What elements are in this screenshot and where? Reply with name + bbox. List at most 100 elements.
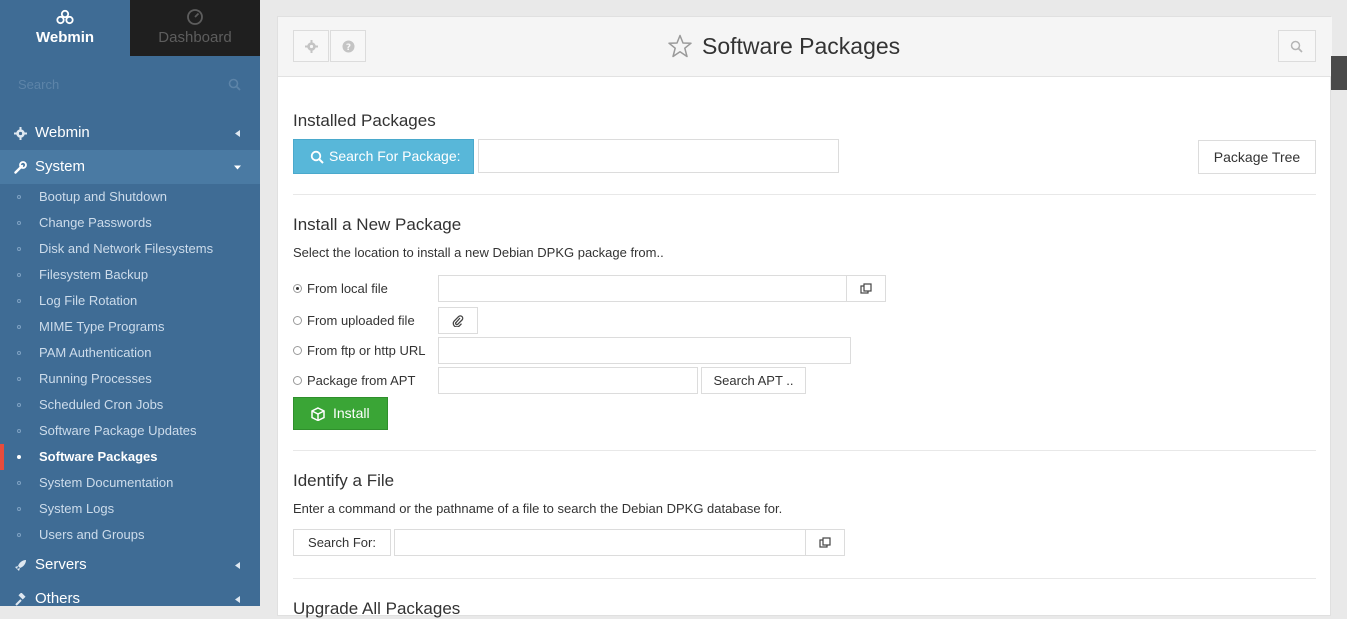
svg-text:?: ? [346,43,351,53]
section-title-identify: Identify a File [293,471,395,490]
sidebar-item-label: Log File Rotation [39,293,138,308]
install-button[interactable]: Install [293,397,388,430]
radio-button[interactable] [293,284,302,294]
file-chooser-button[interactable] [846,275,886,302]
search-button[interactable] [1278,30,1316,62]
sidebar-item-software-packages[interactable]: Software Packages [0,444,260,470]
copy-icon [860,283,872,294]
sidebar-item-package-updates[interactable]: Software Package Updates [0,418,260,444]
tab-webmin-label: Webmin [35,29,95,46]
sidebar-tabs: Webmin Dashboard [0,0,260,56]
sidebar-item-system-logs[interactable]: System Logs [0,496,260,522]
help-button[interactable]: ? [330,30,366,62]
search-for-label: Search For: [293,529,391,556]
sidebar-item-users-groups[interactable]: Users and Groups [0,522,260,548]
tab-dashboard[interactable]: Dashboard [130,0,260,56]
chevron-down-icon [234,165,241,170]
page-title-text: Software Packages [702,33,901,59]
star-icon[interactable] [668,34,692,58]
identify-file-chooser-button[interactable] [805,529,845,556]
option-label: From ftp or http URL [307,343,426,358]
section-title-install: Install a New Package [293,215,462,234]
bullet-icon [17,377,21,381]
sidebar-item-cron[interactable]: Scheduled Cron Jobs [0,392,260,418]
sidebar-item-processes[interactable]: Running Processes [0,366,260,392]
sidebar-item-filesystems[interactable]: Disk and Network Filesystems [0,236,260,262]
chevron-left-icon [235,596,240,603]
radio-button[interactable] [293,376,302,386]
gear-icon [305,40,318,53]
sidebar-category-others[interactable]: Others [0,582,260,606]
tab-dashboard-label: Dashboard [158,29,232,46]
sidebar-item-documentation[interactable]: System Documentation [0,470,260,496]
radio-button[interactable] [293,346,302,356]
search-apt-button[interactable]: Search APT .. [701,367,806,394]
bullet-icon [17,455,21,459]
sidebar-search-input[interactable] [16,72,220,96]
module-config-button[interactable] [293,30,329,62]
package-search-input[interactable] [478,139,839,173]
right-edge-tab[interactable] [1331,56,1347,90]
identify-description: Enter a command or the pathname of a fil… [293,501,783,516]
chevron-left-icon [235,562,240,569]
bullet-icon [17,533,21,537]
sidebar-item-label: Scheduled Cron Jobs [39,397,164,412]
sidebar-item-pam[interactable]: PAM Authentication [0,340,260,366]
tab-webmin[interactable]: Webmin [0,0,130,56]
section-divider [293,194,1316,195]
paperclip-icon [452,315,464,327]
section-title-upgrade: Upgrade All Packages [293,599,461,618]
sidebar-category-servers[interactable]: Servers [0,548,260,582]
sidebar: Webmin Dashboard Webmin [0,0,260,606]
rocket-icon [15,560,26,571]
section-title-installed: Installed Packages [293,111,436,130]
sidebar-item-label: Software Packages [39,449,158,464]
search-icon[interactable] [228,78,241,91]
package-tree-button[interactable]: Package Tree [1198,140,1316,174]
option-ftp-http-url[interactable]: From ftp or http URL [293,343,425,358]
sidebar-item-label: Change Passwords [39,215,152,230]
apt-package-input[interactable] [438,367,698,394]
sidebar-item-change-passwords[interactable]: Change Passwords [0,210,260,236]
bullet-icon [17,325,21,329]
wrench-icon [14,161,27,174]
radio-button[interactable] [293,316,302,326]
sidebar-item-label: System Documentation [39,475,174,490]
option-local-file[interactable]: From local file [293,281,388,296]
help-icon: ? [342,40,355,53]
sidebar-item-filesystem-backup[interactable]: Filesystem Backup [0,262,260,288]
identify-file-input[interactable] [394,529,806,556]
active-marker [0,444,4,470]
upload-file-button[interactable] [438,307,478,334]
install-label: Install [333,405,370,421]
bullet-icon [17,351,21,355]
main-panel: ? Software Packages Installed Packages S… [277,16,1332,618]
chevron-left-icon [235,130,240,137]
section-divider [293,450,1316,451]
sidebar-item-label: Bootup and Shutdown [39,189,167,204]
search-package-button[interactable]: Search For Package: [293,139,474,174]
sidebar-category-system[interactable]: System [0,150,260,184]
sidebar-item-mime-types[interactable]: MIME Type Programs [0,314,260,340]
bullet-icon [17,481,21,485]
gavel-icon [15,593,26,606]
page-header: ? Software Packages [278,17,1332,77]
gear-icon [14,127,27,140]
sidebar-category-label: System [35,158,86,175]
bullet-icon [17,195,21,199]
sidebar-item-bootup-shutdown[interactable]: Bootup and Shutdown [0,184,260,210]
url-input[interactable] [438,337,851,364]
webmin-logo-icon [56,9,74,25]
sidebar-category-label: Webmin [35,124,90,141]
option-label: From uploaded file [307,313,415,328]
option-label: Package from APT [307,373,416,388]
sidebar-category-webmin[interactable]: Webmin [0,116,260,150]
bullet-icon [17,273,21,277]
bullet-icon [17,429,21,433]
sidebar-menu: Webmin System Bootup and Shutdown Change… [0,116,260,606]
option-apt[interactable]: Package from APT [293,373,415,388]
option-uploaded-file[interactable]: From uploaded file [293,313,415,328]
sidebar-item-log-rotation[interactable]: Log File Rotation [0,288,260,314]
search-icon [310,150,324,164]
local-file-input[interactable] [438,275,847,302]
